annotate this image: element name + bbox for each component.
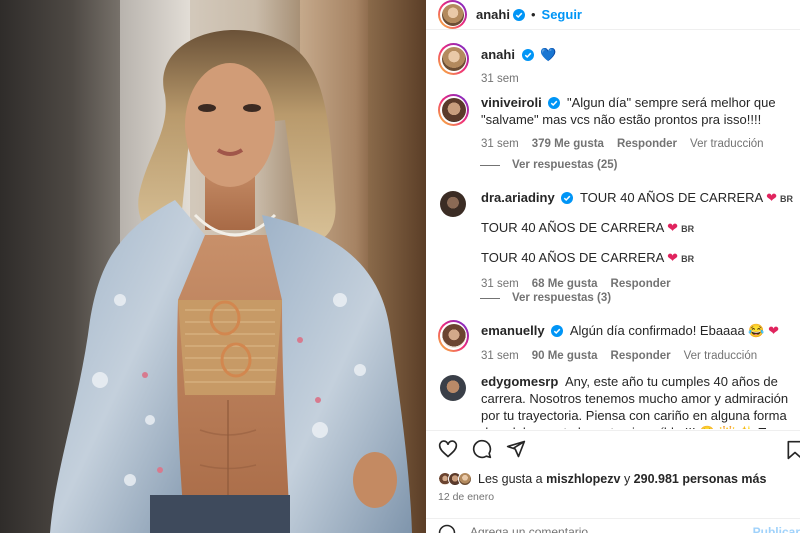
comment-item: emanuelly Algún día confirmado! Ebaaaa 😂… <box>438 320 800 365</box>
comment-likes[interactable]: 68 Me gusta <box>532 276 598 293</box>
translate-link[interactable]: Ver traducción <box>690 136 764 153</box>
author-avatar-ring[interactable] <box>438 0 467 29</box>
comment-text-line: TOUR 40 AÑOS DE CARRERA <box>481 250 664 265</box>
caption-avatar-ring[interactable] <box>438 43 469 75</box>
reply-button[interactable]: Responder <box>617 136 677 153</box>
caption-text: 💙 <box>540 47 557 62</box>
replies-divider <box>480 164 500 166</box>
caption-row: anahi 💙 31 sem <box>438 43 800 88</box>
comment-likes[interactable]: 379 Me gusta <box>532 136 604 153</box>
caption-username[interactable]: anahi <box>481 47 515 62</box>
avatar[interactable] <box>441 97 466 122</box>
verified-icon <box>548 97 561 109</box>
comment-username[interactable]: edygomesrp <box>481 374 558 389</box>
heart-emoji: ❤ <box>766 190 778 205</box>
caption-time: 31 sem <box>481 73 519 85</box>
post-actions: Les gusta a miszhlopezv y 290.981 person… <box>426 430 800 533</box>
add-comment-input[interactable]: Agrega un comentario... <box>470 525 598 533</box>
separator-dot: • <box>530 7 536 22</box>
avatar[interactable] <box>441 46 466 71</box>
comment-username[interactable]: dra.ariadiny <box>481 190 555 205</box>
heart-emoji: ❤ <box>667 220 679 235</box>
replies-divider <box>480 297 500 299</box>
heart-emoji: ❤ <box>667 250 679 265</box>
view-replies-label[interactable]: Ver respuestas (3) <box>512 292 611 304</box>
comment-item: dra.ariadiny TOUR 40 AÑOS DE CARRERA ❤ BR… <box>438 189 800 293</box>
comment-text-line: TOUR 40 AÑOS DE CARRERA <box>481 220 664 235</box>
flag-label: BR <box>681 224 695 234</box>
likes-prefix: Les gusta a <box>478 472 543 486</box>
heart-emoji: ❤ <box>768 323 780 338</box>
post-side-panel: anahi • Seguir anahi 💙 31 sem viniveirol… <box>426 0 800 533</box>
verified-icon <box>521 49 534 61</box>
avatar[interactable] <box>458 472 472 486</box>
view-replies-label[interactable]: Ver respuestas (25) <box>512 159 617 171</box>
comments-list[interactable]: anahi 💙 31 sem viniveiroli "Algun día" s… <box>426 31 800 429</box>
comment-avatar-ring[interactable] <box>438 94 469 126</box>
photo-subject <box>50 29 412 533</box>
comment-item: edygomesrp Any, este año tu cumples 40 a… <box>438 373 800 429</box>
share-icon[interactable] <box>506 439 526 459</box>
verified-icon <box>551 325 564 337</box>
reply-button[interactable]: Responder <box>611 276 671 293</box>
heart-icon[interactable] <box>438 439 458 459</box>
liker-avatars <box>438 472 472 486</box>
avatar[interactable] <box>440 375 466 401</box>
avatar[interactable] <box>440 191 466 217</box>
comment-item: viniveiroli "Algun día" sempre será melh… <box>438 94 800 153</box>
post-photo[interactable] <box>0 0 426 533</box>
post-date: 12 de enero <box>438 491 495 503</box>
comment-text: Algún día confirmado! Ebaaaa 😂 <box>569 323 765 338</box>
comment-time: 31 sem <box>481 278 519 290</box>
view-replies-button[interactable]: Ver respuestas (3) <box>480 292 611 304</box>
follow-button[interactable]: Seguir <box>542 7 582 22</box>
avatar[interactable] <box>441 323 466 348</box>
post-header: anahi • Seguir <box>426 0 800 30</box>
likes-count[interactable]: 290.981 personas más <box>634 472 767 486</box>
comment-time: 31 sem <box>481 138 519 150</box>
post-comment-button[interactable]: Publicar <box>753 525 800 533</box>
smile-icon[interactable] <box>438 524 456 533</box>
bookmark-icon[interactable] <box>786 440 800 460</box>
comment-icon[interactable] <box>472 439 492 459</box>
action-icons <box>438 439 526 459</box>
avatar[interactable] <box>441 3 464 26</box>
translate-link[interactable]: Ver traducción <box>684 348 758 365</box>
comment-username[interactable]: emanuelly <box>481 323 545 338</box>
verified-icon <box>561 192 574 204</box>
verified-icon <box>512 8 525 21</box>
comment-username[interactable]: viniveiroli <box>481 95 542 110</box>
flag-label: BR <box>681 254 695 264</box>
flag-label: BR <box>780 194 794 204</box>
comment-text-line: TOUR 40 AÑOS DE CARRERA <box>579 190 763 205</box>
reply-button[interactable]: Responder <box>611 348 671 365</box>
comment-time: 31 sem <box>481 350 519 362</box>
likes-summary: Les gusta a miszhlopezv y 290.981 person… <box>438 472 766 486</box>
author-username[interactable]: anahi <box>476 7 510 22</box>
comment-avatar-ring[interactable] <box>438 320 469 352</box>
likes-user[interactable]: miszhlopezv <box>546 472 620 486</box>
likes-connector: y <box>623 472 631 486</box>
comment-likes[interactable]: 90 Me gusta <box>532 348 598 365</box>
view-replies-button[interactable]: Ver respuestas (25) <box>480 159 617 171</box>
add-comment-bar: Agrega un comentario... Publicar <box>426 518 800 533</box>
